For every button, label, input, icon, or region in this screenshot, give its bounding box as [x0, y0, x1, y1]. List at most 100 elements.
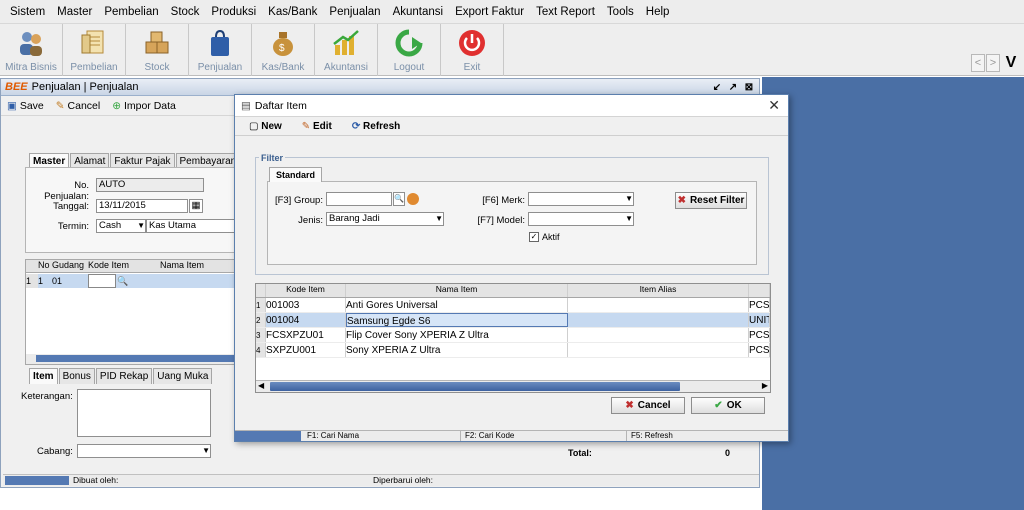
table-row[interactable]: 3 FCSXPZU01 Flip Cover Sony XPERIA Z Ult…: [256, 328, 770, 343]
tab-uang-muka[interactable]: Uang Muka: [153, 368, 213, 384]
edit-button[interactable]: ✎ Edit: [302, 121, 332, 132]
maximize-icon[interactable]: ↗: [727, 82, 739, 93]
kas-bank-button[interactable]: $ Kas/Bank: [252, 24, 315, 76]
table-scrollbar[interactable]: ◀ ▶: [256, 380, 770, 392]
cell-nama: Flip Cover Sony XPERIA Z Ultra: [346, 328, 568, 342]
close-icon[interactable]: ⊠: [743, 82, 755, 93]
cell-unit: PCS: [749, 298, 770, 312]
menu-master[interactable]: Master: [51, 6, 98, 18]
row-number: 3: [256, 328, 266, 342]
ok-button[interactable]: ✔ OK: [691, 397, 765, 414]
exit-button[interactable]: Exit: [441, 24, 504, 76]
col-nama-item: Nama Item: [159, 260, 204, 270]
model-select[interactable]: ▼: [528, 212, 634, 226]
col-kode-item[interactable]: Kode Item: [266, 284, 346, 297]
col-nama-item[interactable]: Nama Item: [346, 284, 568, 297]
cell-alias: [568, 343, 749, 357]
import-button[interactable]: ⊕ Impor Data: [112, 100, 176, 112]
table-row[interactable]: 1 001003 Anti Gores Universal PCS: [256, 298, 770, 313]
cancel-label: Cancel: [637, 400, 671, 411]
no-penjualan-field[interactable]: AUTO: [96, 178, 204, 192]
restore-icon[interactable]: ↙: [711, 82, 723, 93]
cancel-button[interactable]: ✖ Cancel: [611, 397, 685, 414]
table-row[interactable]: 4 SXPZU001 Sony XPERIA Z Ultra PCS: [256, 343, 770, 358]
cell-kode: 001003: [266, 298, 346, 312]
menu-produksi[interactable]: Produksi: [205, 6, 262, 18]
menu-stock[interactable]: Stock: [165, 6, 206, 18]
menu-penjualan[interactable]: Penjualan: [323, 6, 386, 18]
col-item-alias[interactable]: Item Alias: [568, 284, 749, 297]
menu-sistem[interactable]: Sistem: [4, 6, 51, 18]
money-bag-icon: $: [266, 26, 300, 60]
nav-next-button[interactable]: >: [986, 54, 1000, 72]
kas-select[interactable]: Kas Utama: [146, 219, 236, 233]
tab-bonus[interactable]: Bonus: [58, 368, 95, 384]
scroll-left-icon[interactable]: ◀: [258, 381, 264, 390]
keterangan-textarea[interactable]: [77, 389, 211, 437]
jenis-label: Jenis:: [298, 215, 323, 226]
table-row[interactable]: 2 001004 Samsung Egde S6 UNIT: [256, 313, 770, 328]
table-corner: [256, 284, 266, 297]
menu-help[interactable]: Help: [640, 6, 676, 18]
refresh-icon: ⟳: [351, 120, 361, 132]
logout-button[interactable]: Logout: [378, 24, 441, 76]
tab-standard[interactable]: Standard: [269, 167, 323, 182]
table-scroll-thumb[interactable]: [270, 382, 680, 391]
cancel-button[interactable]: ✎ Cancel: [56, 100, 100, 112]
total-value: 0: [725, 448, 731, 458]
kode-item-input[interactable]: [88, 274, 116, 288]
mitra-bisnis-button[interactable]: Mitra Bisnis: [0, 24, 63, 76]
penjualan-label: Penjualan: [197, 62, 243, 73]
menu-text-report[interactable]: Text Report: [530, 6, 601, 18]
chevron-down-icon: ▼: [435, 214, 443, 223]
search-icon[interactable]: 🔍: [393, 192, 405, 206]
close-icon[interactable]: ✕: [768, 97, 780, 114]
tab-pid-rekap[interactable]: PID Rekap: [95, 368, 153, 384]
akuntansi-button[interactable]: Akuntansi: [315, 24, 378, 76]
new-button[interactable]: ▢ New: [249, 121, 282, 132]
pembelian-button[interactable]: Pembelian: [63, 24, 126, 76]
penjualan-title: Penjualan | Penjualan: [31, 81, 139, 93]
termin-select[interactable]: Cash ▼: [96, 219, 146, 233]
row-gudang: 01: [52, 276, 63, 286]
grid-scrollbar[interactable]: [26, 354, 236, 364]
menu-kas-bank[interactable]: Kas/Bank: [262, 6, 323, 18]
penjualan-button[interactable]: Penjualan: [189, 24, 252, 76]
cabang-select[interactable]: ▼: [77, 444, 211, 458]
cell-unit: PCS: [749, 328, 770, 342]
dialog-statusbar: F1: Cari Nama F2: Cari Kode F5: Refresh: [235, 430, 788, 441]
save-button[interactable]: ▣ Save: [7, 100, 44, 112]
aktif-checkbox[interactable]: ✓: [529, 232, 539, 242]
calendar-icon[interactable]: ▦: [189, 199, 203, 213]
menu-export-faktur[interactable]: Export Faktur: [449, 6, 530, 18]
clear-icon[interactable]: [407, 193, 419, 205]
refresh-button[interactable]: ⟳ Refresh: [352, 121, 400, 132]
daftar-item-dialog: ▤ Daftar Item ✕ ▢ New ✎ Edit ⟳ Refresh F…: [234, 94, 789, 442]
logout-icon: [392, 26, 426, 60]
search-icon[interactable]: 🔍: [116, 274, 130, 288]
new-label: New: [261, 120, 282, 132]
menu-pembelian[interactable]: Pembelian: [98, 6, 164, 18]
group-input[interactable]: [326, 192, 392, 206]
menu-akuntansi[interactable]: Akuntansi: [387, 6, 450, 18]
jenis-value: Barang Jadi: [329, 213, 380, 224]
jenis-select[interactable]: Barang Jadi ▼: [326, 212, 444, 226]
stock-button[interactable]: Stock: [126, 24, 189, 76]
reset-filter-button[interactable]: ✖ Reset Filter: [675, 192, 747, 209]
merk-select[interactable]: ▼: [528, 192, 634, 206]
col-kode-item: Kode Item: [88, 260, 130, 270]
tanggal-field[interactable]: 13/11/2015: [96, 199, 188, 213]
ok-label: OK: [726, 400, 742, 411]
table-row[interactable]: 1 1 01 🔍: [26, 274, 236, 288]
status-f5: F5: Refresh: [631, 431, 673, 440]
nav-prev-button[interactable]: <: [971, 54, 985, 72]
grid-scroll-thumb[interactable]: [36, 355, 234, 362]
desktop-background: [762, 77, 1024, 510]
scroll-right-icon[interactable]: ▶: [762, 381, 768, 390]
dialog-title: Daftar Item: [254, 99, 307, 112]
tab-item[interactable]: Item: [29, 368, 58, 384]
nav-arrows: < >: [971, 54, 1000, 72]
menu-tools[interactable]: Tools: [601, 6, 640, 18]
collapse-button[interactable]: V: [1002, 52, 1020, 74]
menu-bar: Sistem Master Pembelian Stock Produksi K…: [0, 0, 1024, 24]
